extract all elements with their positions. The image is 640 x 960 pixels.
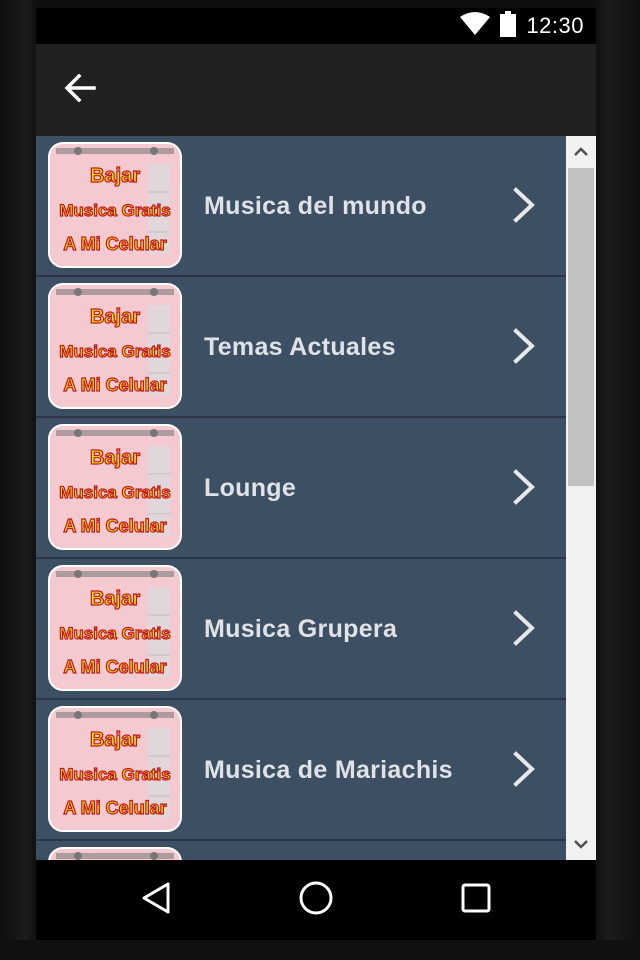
list-item-label: Temas Actuales — [204, 333, 396, 361]
list-item-4[interactable]: Bajar Musica Gratis A Mi Celular Musica … — [36, 559, 566, 700]
thumbnail-text-line1: Bajar — [90, 306, 140, 328]
thumbnail-text-line3: A Mi Celular — [63, 375, 166, 395]
category-list: Bajar Musica Gratis A Mi Celular Musica … — [36, 136, 596, 860]
thumbnail-text-line2: Musica Gratis — [59, 342, 171, 361]
chevron-right-icon — [510, 186, 540, 224]
chevron-right-icon — [510, 468, 540, 506]
list-item-label: Musica del mundo — [204, 192, 427, 220]
list-item-label: Musica de Mariachis — [204, 756, 453, 784]
circle-home-icon — [298, 880, 334, 921]
app-thumbnail: Bajar Musica Gratis A Mi Celular — [48, 706, 182, 832]
chevron-right-icon — [510, 609, 540, 647]
chevron-right-icon — [510, 327, 540, 365]
scroll-down-arrow-icon[interactable] — [566, 828, 596, 860]
wifi-icon — [460, 11, 491, 41]
app-thumbnail: Bajar Musica Gratis A Mi Celular — [48, 424, 182, 550]
app-thumbnail: Bajar Musica Gratis A Mi Celular — [48, 142, 182, 268]
thumbnail-text-line3: A Mi Celular — [63, 516, 166, 536]
thumbnail-text-line2: Musica Gratis — [59, 624, 171, 643]
chevron-right-icon — [510, 750, 540, 788]
system-nav-bar — [36, 860, 596, 940]
thumbnail-text-line1: Bajar — [90, 447, 140, 469]
arrow-left-icon — [64, 73, 96, 107]
app-bar — [36, 44, 596, 136]
device-frame: 12:30 Bajar Musica Gratis A Mi Celular M… — [0, 0, 640, 960]
thumbnail-text-line2: Musica Gratis — [59, 765, 171, 784]
list-item-5[interactable]: Bajar Musica Gratis A Mi Celular Musica … — [36, 700, 566, 841]
scroll-up-arrow-icon[interactable] — [566, 136, 596, 168]
list-item-label: Lounge — [204, 474, 297, 502]
status-clock: 12:30 — [526, 13, 584, 38]
frame-top-bezel — [0, 0, 640, 8]
thumbnail-text-line1: Bajar — [90, 729, 140, 751]
thumbnail-text-line3: A Mi Celular — [63, 798, 166, 818]
list-item-label: Musica Grupera — [204, 615, 398, 643]
frame-right-bezel — [596, 0, 640, 960]
list-item-6[interactable]: Bajar Musica Gratis A Mi Celular — [36, 841, 566, 860]
thumbnail-text-line2: Musica Gratis — [59, 483, 171, 502]
screen: 12:30 Bajar Musica Gratis A Mi Celular M… — [36, 8, 596, 940]
square-recents-icon — [460, 882, 492, 919]
nav-home-button[interactable] — [286, 870, 346, 930]
thumbnail-text-line1: Bajar — [90, 588, 140, 610]
frame-bottom-bezel — [0, 940, 640, 960]
app-thumbnail: Bajar Musica Gratis A Mi Celular — [48, 283, 182, 409]
triangle-back-icon — [139, 881, 173, 920]
list-item-1[interactable]: Bajar Musica Gratis A Mi Celular Musica … — [36, 136, 566, 277]
back-button[interactable] — [58, 68, 102, 112]
list-item-3[interactable]: Bajar Musica Gratis A Mi Celular Lounge — [36, 418, 566, 559]
app-thumbnail: Bajar Musica Gratis A Mi Celular — [48, 847, 182, 860]
battery-icon — [500, 10, 517, 42]
frame-left-bezel — [0, 0, 36, 960]
thumbnail-text-line1: Bajar — [90, 165, 140, 187]
scrollbar[interactable] — [566, 136, 596, 860]
list-item-2[interactable]: Bajar Musica Gratis A Mi Celular Temas A… — [36, 277, 566, 418]
nav-recents-button[interactable] — [446, 870, 506, 930]
status-bar: 12:30 — [36, 8, 596, 44]
thumbnail-text-line3: A Mi Celular — [63, 234, 166, 254]
thumbnail-text-line3: A Mi Celular — [63, 657, 166, 677]
nav-back-button[interactable] — [126, 870, 186, 930]
list-container: Bajar Musica Gratis A Mi Celular Musica … — [36, 136, 566, 860]
thumbnail-text-line2: Musica Gratis — [59, 201, 171, 220]
scrollbar-thumb[interactable] — [568, 168, 594, 486]
app-thumbnail: Bajar Musica Gratis A Mi Celular — [48, 565, 182, 691]
